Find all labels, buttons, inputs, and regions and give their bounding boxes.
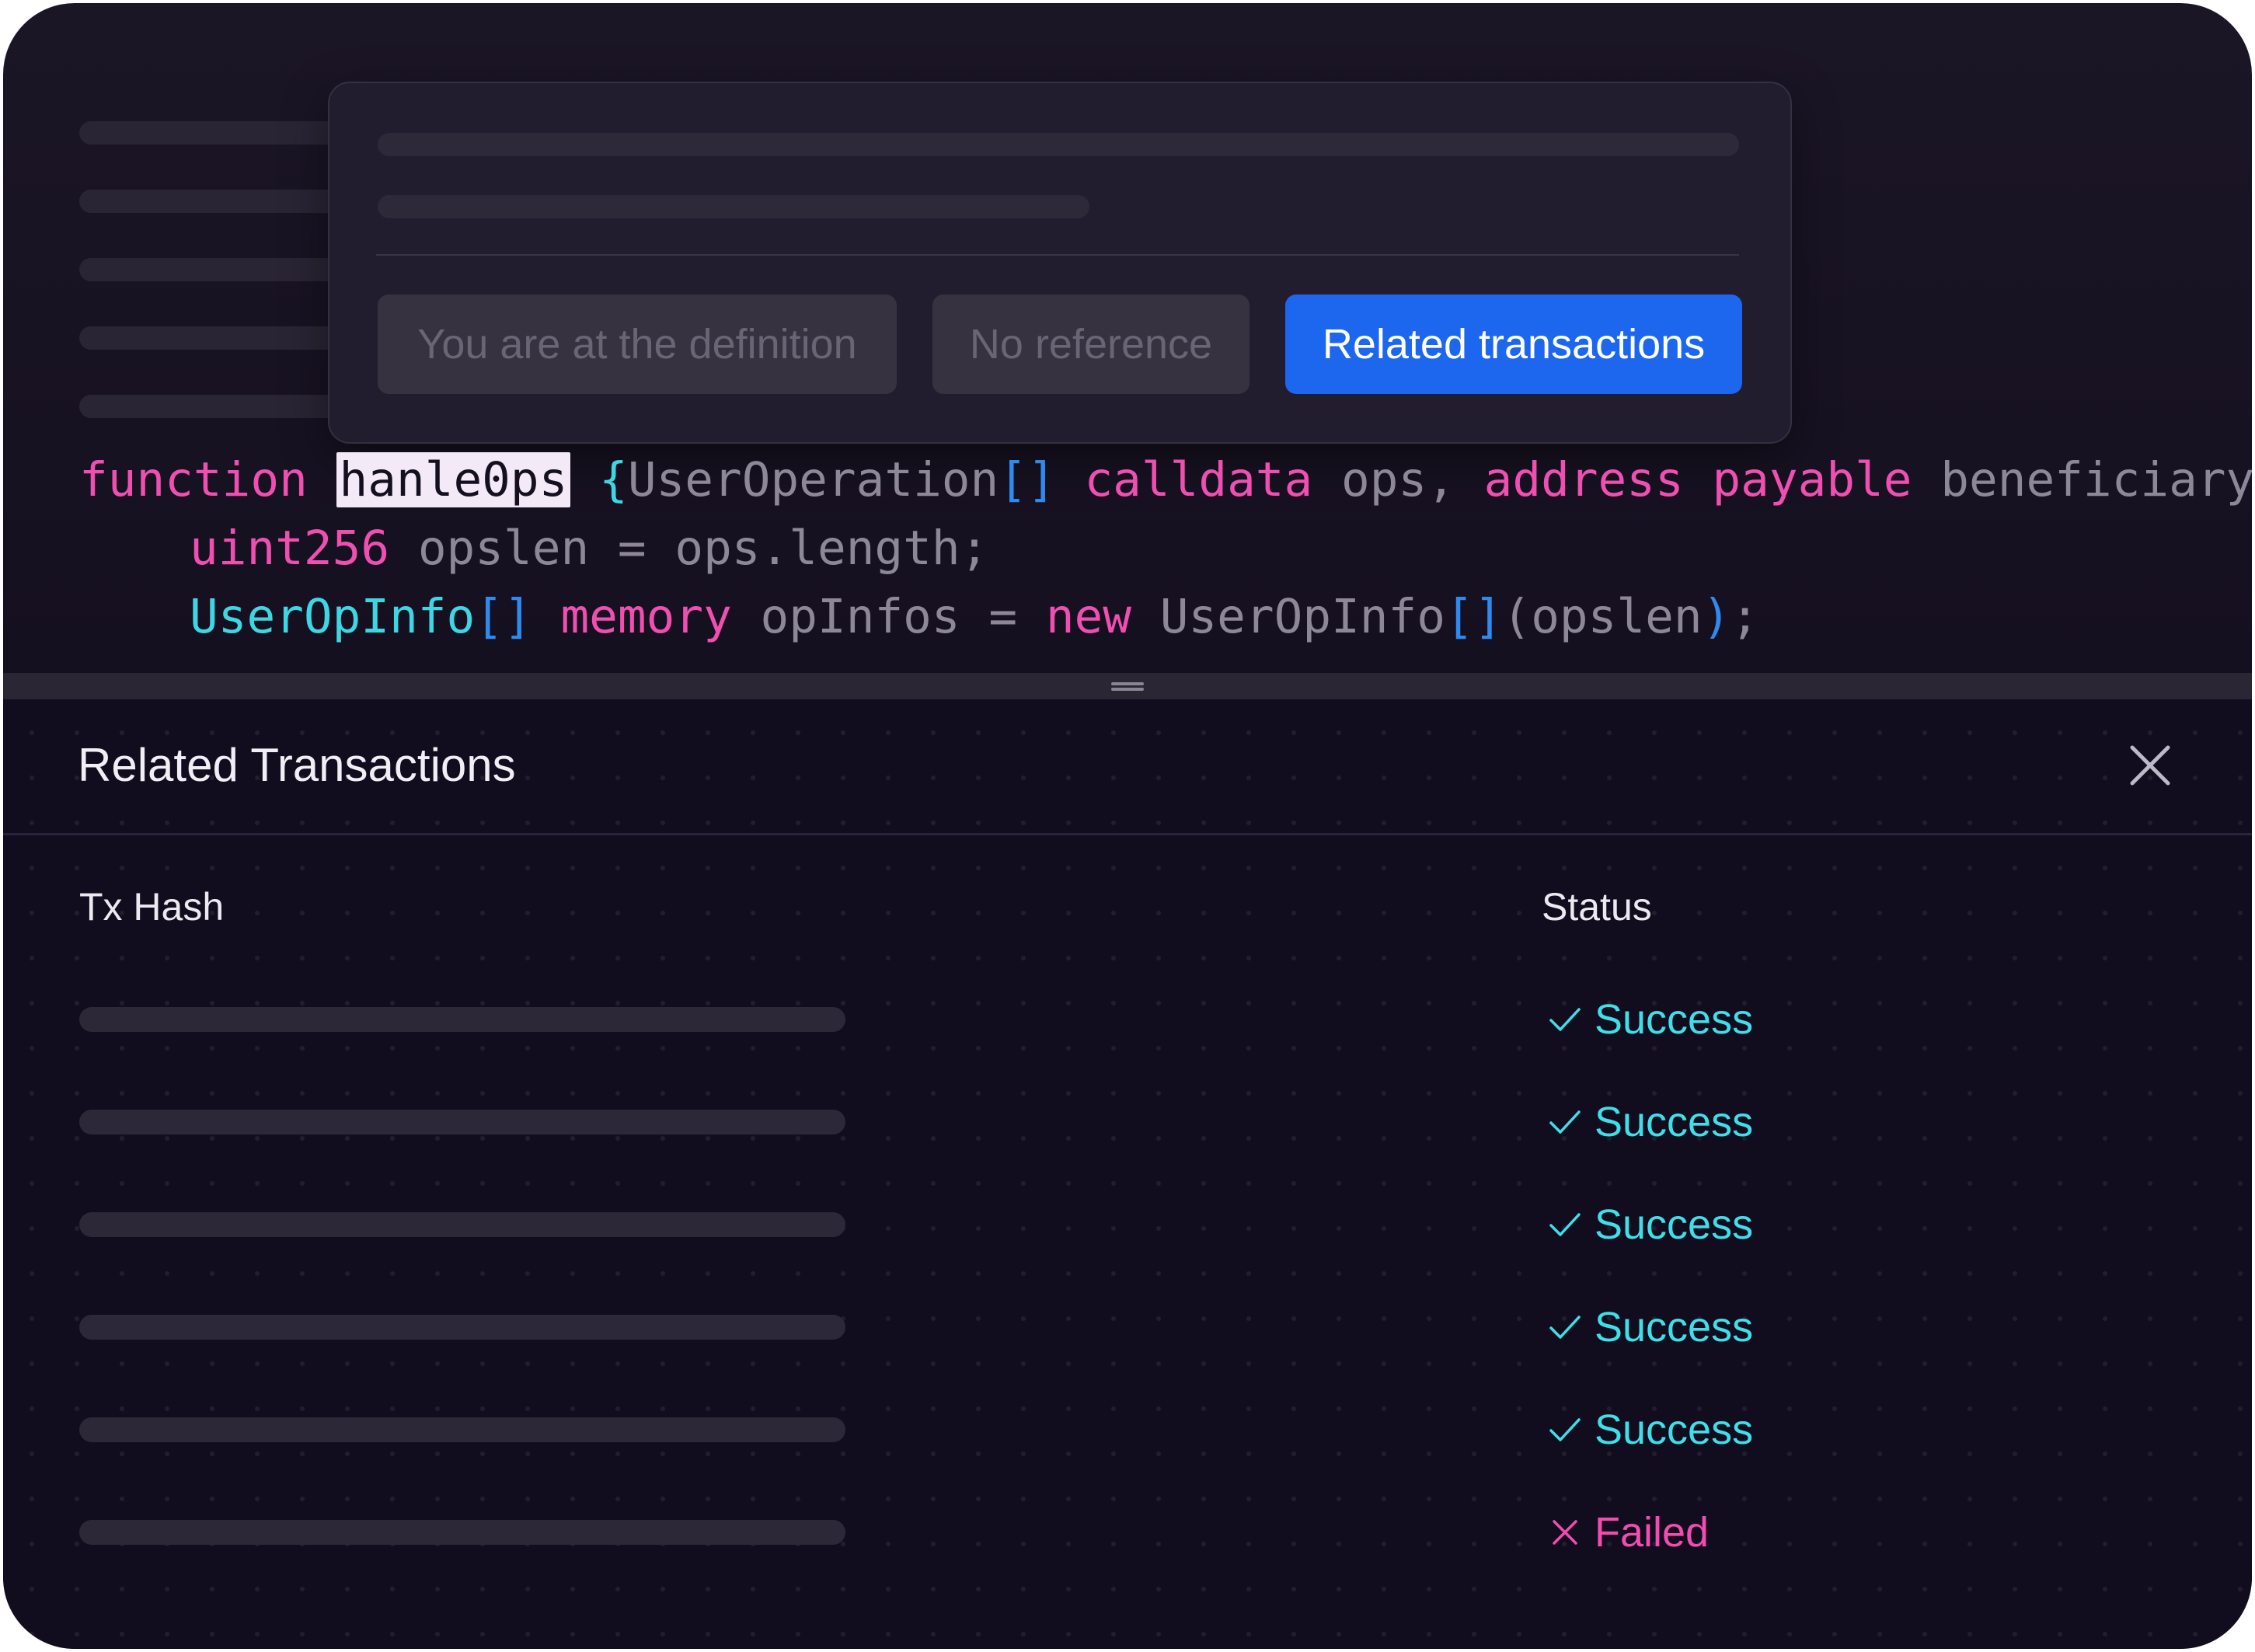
find-references-label: No reference <box>969 321 1213 368</box>
code-token: UserOpInfo <box>190 589 476 644</box>
code-line-1: function hanle0ps {UserOperation[] calld… <box>79 449 2252 511</box>
status-cell: Success <box>1542 1296 1753 1358</box>
related-transactions-label: Related transactions <box>1322 321 1706 368</box>
code-token: [] <box>999 452 1056 507</box>
check-icon <box>1549 1008 1581 1031</box>
code-editor: You are at the definition No reference R… <box>3 3 2252 673</box>
related-transactions-button[interactable]: Related transactions <box>1285 295 1742 394</box>
popup-skeleton-line <box>378 133 1739 156</box>
status-cell: Failed <box>1542 1501 1709 1563</box>
code-token: [] <box>1445 589 1503 644</box>
panel-title: Related Transactions <box>78 739 516 791</box>
code-token: ; <box>1730 589 1760 644</box>
column-header-tx-hash: Tx Hash <box>79 885 225 929</box>
check-icon <box>1549 1316 1581 1339</box>
tx-hash-placeholder[interactable] <box>79 1110 845 1134</box>
status-cell: Success <box>1542 1399 1753 1461</box>
status-text: Success <box>1595 1099 1754 1145</box>
panel-resize-handle[interactable] <box>3 673 2252 699</box>
tx-hash-placeholder[interactable] <box>79 1417 845 1442</box>
code-token: beneficiary <box>1940 452 2252 507</box>
code-token: { <box>599 452 628 507</box>
code-token: calldata <box>1084 452 1313 507</box>
popup-divider <box>376 254 1739 256</box>
close-button[interactable] <box>2115 730 2185 800</box>
x-icon <box>1553 1520 1577 1545</box>
check-icon <box>1549 1418 1581 1441</box>
status-text: Failed <box>1595 1509 1710 1556</box>
popup-skeleton-line <box>378 195 1089 218</box>
selected-function-name[interactable]: hanle0ps <box>336 452 571 507</box>
code-token: new <box>1045 589 1131 644</box>
code-token: ( <box>1502 589 1532 644</box>
go-to-definition-label: You are at the definition <box>417 321 857 368</box>
tx-hash-placeholder[interactable] <box>79 1315 845 1340</box>
symbol-popup: You are at the definition No reference R… <box>328 82 1792 444</box>
code-token: function <box>79 452 308 507</box>
code-token: opInfos = <box>760 589 1018 644</box>
code-token: address <box>1483 452 1684 507</box>
tx-hash-placeholder[interactable] <box>79 1007 845 1032</box>
close-icon[interactable] <box>2115 730 2185 800</box>
status-cell: Success <box>1542 1194 1753 1256</box>
go-to-definition-button[interactable]: You are at the definition <box>378 295 897 394</box>
status-cell: Success <box>1542 988 1753 1051</box>
code-token: [] <box>475 589 532 644</box>
code-line-2: uint256 opslen = ops.length; <box>190 518 988 580</box>
code-token: uint256 <box>190 521 390 576</box>
column-header-status: Status <box>1542 885 1652 929</box>
check-icon <box>1549 1213 1581 1236</box>
code-token: memory <box>560 589 732 644</box>
tx-hash-placeholder[interactable] <box>79 1520 845 1545</box>
code-token: opslen = ops.length; <box>417 521 989 576</box>
status-text: Success <box>1595 996 1754 1043</box>
drag-handle-icon[interactable] <box>1111 681 1144 692</box>
code-token: ops, <box>1341 452 1455 507</box>
status-text: Success <box>1595 1406 1754 1453</box>
status-text: Success <box>1595 1304 1754 1351</box>
code-line-3: UserOpInfo[] memory opInfos = new UserOp… <box>190 586 1759 648</box>
code-token: UserOpInfo <box>1159 589 1445 644</box>
check-icon <box>1549 1110 1581 1134</box>
code-token: UserOperation <box>627 452 999 507</box>
panel-header: Related Transactions <box>3 699 2252 835</box>
find-references-button[interactable]: No reference <box>932 295 1249 394</box>
code-token: opslen <box>1531 589 1703 644</box>
related-transactions-panel: Related Transactions Tx Hash Status Succ… <box>3 699 2252 1649</box>
app-window: You are at the definition No reference R… <box>3 3 2252 1649</box>
status-text: Success <box>1595 1201 1754 1248</box>
tx-hash-placeholder[interactable] <box>79 1212 845 1237</box>
code-token: ) <box>1702 589 1731 644</box>
status-cell: Success <box>1542 1091 1753 1153</box>
code-token: payable <box>1712 452 1912 507</box>
